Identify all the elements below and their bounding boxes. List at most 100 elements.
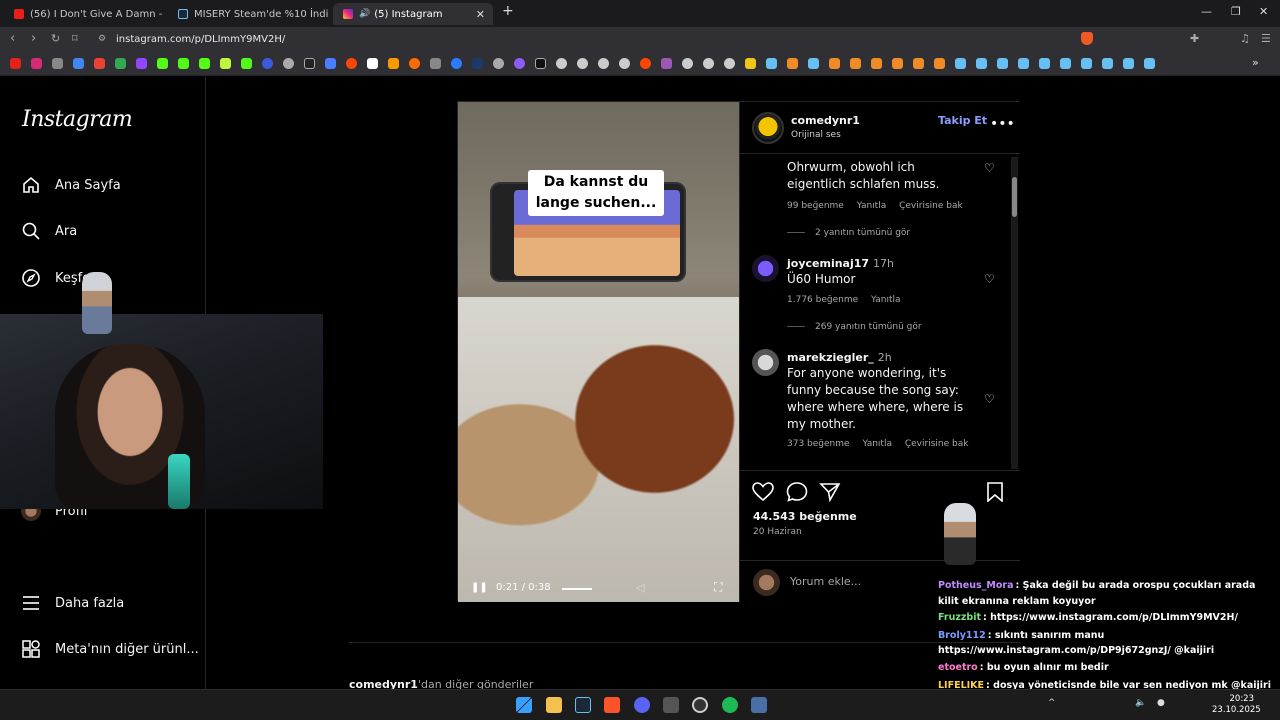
comments-scrollbar[interactable] (1011, 157, 1018, 469)
forward-icon[interactable]: › (31, 31, 36, 46)
restore-icon[interactable]: ❐ (1231, 5, 1241, 18)
bookmark-kick-icon[interactable] (241, 58, 252, 69)
save-icon[interactable] (986, 482, 1004, 506)
bookmark-icon[interactable] (892, 58, 903, 69)
post-video[interactable]: Da kannst du lange suchen... ❚❚ 0:21 / 0… (458, 102, 739, 602)
comment-icon[interactable] (786, 482, 808, 506)
instagram-logo[interactable]: Instagram (22, 107, 133, 132)
bookmark-icon[interactable] (577, 58, 588, 69)
comment-user[interactable]: joyceminaj17 17h (787, 257, 894, 270)
system-clock[interactable]: 20:23 23.10.2025 (1212, 694, 1261, 716)
bookmark-steam-icon[interactable] (808, 58, 819, 69)
comment-likes[interactable]: 99 beğenme (787, 201, 844, 211)
author-avatar[interactable] (752, 112, 784, 144)
share-icon[interactable] (819, 482, 841, 506)
bookmark-icon[interactable] (535, 58, 546, 69)
bookmark-icon[interactable] (367, 58, 378, 69)
bookmark-twitch-icon[interactable] (136, 58, 147, 69)
bookmark-folder-icon[interactable] (745, 58, 756, 69)
reply-link[interactable]: Yanıtla (857, 201, 887, 211)
view-replies[interactable]: 2 yanıtın tümünü gör (787, 228, 910, 238)
video-progress[interactable] (562, 588, 592, 590)
comment-user[interactable]: marekziegler_ 2h (787, 351, 892, 364)
bookmark-icon[interactable] (556, 58, 567, 69)
speaker-icon[interactable]: 🔈 (1135, 698, 1146, 708)
translate-link[interactable]: Çevirisine bak (899, 201, 963, 211)
bookmark-icon[interactable] (640, 58, 651, 69)
close-window-icon[interactable]: ✕ (1259, 5, 1268, 18)
bookmark-icon[interactable] (787, 58, 798, 69)
app-taskbar-icon[interactable] (663, 697, 679, 713)
minimize-icon[interactable]: — (1201, 5, 1212, 18)
obs-taskbar-icon[interactable] (692, 697, 708, 713)
tab-instagram[interactable]: 🔊 (5) Instagram ✕ (333, 3, 493, 25)
translate-link[interactable]: Çevirisine bak (905, 439, 969, 449)
site-settings-icon[interactable]: ⚙ (98, 30, 106, 49)
bookmark-icon[interactable] (451, 58, 462, 69)
bookmark-icon[interactable] (325, 58, 336, 69)
file-explorer-icon[interactable] (546, 697, 562, 713)
discord-taskbar-icon[interactable] (634, 697, 650, 713)
more-bookmarks-icon[interactable]: » (1252, 56, 1259, 69)
reload-icon[interactable]: ↻ (51, 32, 60, 45)
bookmark-amazon-icon[interactable] (388, 58, 399, 69)
bookmark-icon[interactable] (409, 58, 420, 69)
bookmark-steam-icon[interactable] (1123, 58, 1134, 69)
bookmark-icon[interactable] (619, 58, 630, 69)
bookmark-steam-icon[interactable] (1081, 58, 1092, 69)
start-icon[interactable] (516, 697, 532, 713)
volume-icon[interactable]: ◁ (636, 581, 644, 594)
new-tab-button[interactable]: + (502, 3, 514, 19)
follow-button[interactable]: Takip Et (938, 114, 987, 127)
bookmark-youtube-icon[interactable] (10, 58, 21, 69)
bookmark-icon[interactable] (913, 58, 924, 69)
tray-chevron-icon[interactable]: ^ (1048, 698, 1056, 708)
bookmark-icon[interactable] (703, 58, 714, 69)
bookmark-icon[interactable] (871, 58, 882, 69)
commenter-avatar[interactable] (752, 255, 779, 282)
steam-taskbar-icon[interactable] (575, 697, 591, 713)
bookmark-instagram-icon[interactable] (31, 58, 42, 69)
comment-likes[interactable]: 1.776 beğenme (787, 295, 858, 305)
bookmark-icon[interactable] (598, 58, 609, 69)
pause-icon[interactable]: ❚❚ (471, 582, 488, 593)
bookmark-x-icon[interactable] (304, 58, 315, 69)
bookmark-steam-icon[interactable] (1039, 58, 1050, 69)
bookmark-icon[interactable] (682, 58, 693, 69)
bookmark-icon[interactable]: ⌑ (72, 32, 78, 45)
bookmark-kick-icon[interactable] (157, 58, 168, 69)
tab-steam[interactable]: MISERY Steam'de %10 İndirimli (168, 3, 328, 25)
url-field[interactable]: ⚙ instagram.com/p/DLImmY9MV2H/ (94, 30, 1099, 49)
bookmark-steam-icon[interactable] (976, 58, 987, 69)
reply-link[interactable]: Yanıtla (862, 439, 892, 449)
bookmark-icon[interactable] (724, 58, 735, 69)
heart-icon[interactable]: ♡ (984, 161, 995, 175)
commenter-avatar[interactable] (752, 349, 779, 376)
nav-search[interactable]: Ara (20, 219, 77, 243)
media-icon[interactable]: ♫ (1240, 32, 1250, 45)
bookmark-icon[interactable] (115, 58, 126, 69)
bookmark-steam-icon[interactable] (997, 58, 1008, 69)
bookmark-steam-icon[interactable] (1102, 58, 1113, 69)
comment-likes[interactable]: 373 beğenme (787, 439, 850, 449)
bookmark-steam-icon[interactable] (1144, 58, 1155, 69)
heart-icon[interactable]: ♡ (984, 272, 995, 286)
fullscreen-icon[interactable]: ⛶ (714, 580, 722, 595)
likes-count[interactable]: 44.543 beğenme (753, 510, 857, 523)
mic-icon[interactable]: ● (1157, 698, 1165, 708)
menu-icon[interactable]: ☰ (1261, 32, 1271, 45)
like-icon[interactable] (752, 482, 774, 506)
brave-shield-icon[interactable] (1081, 32, 1093, 45)
bookmark-steam-icon[interactable] (766, 58, 777, 69)
scrollbar-thumb[interactable] (1012, 177, 1017, 217)
app-taskbar-icon[interactable] (751, 697, 767, 713)
bookmark-reddit-icon[interactable] (346, 58, 357, 69)
spotify-taskbar-icon[interactable] (722, 697, 738, 713)
bookmark-kick-icon[interactable] (178, 58, 189, 69)
nav-more[interactable]: Daha fazla (20, 591, 124, 615)
author-name[interactable]: comedynr1 (791, 114, 860, 127)
bookmark-icon[interactable] (661, 58, 672, 69)
bookmark-steam-icon[interactable] (955, 58, 966, 69)
extensions-icon[interactable]: ✚ (1190, 32, 1199, 45)
bookmark-steam-icon[interactable] (1060, 58, 1071, 69)
